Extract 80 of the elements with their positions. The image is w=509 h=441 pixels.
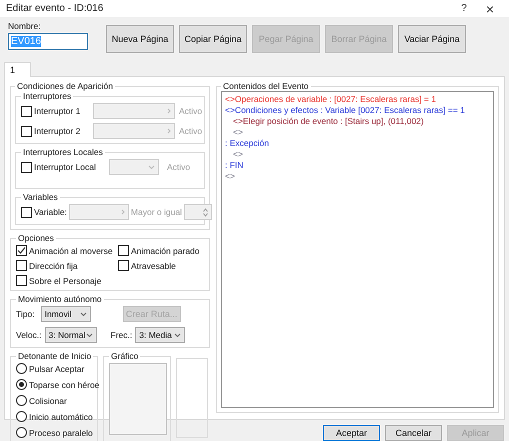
select-value: 3: Normal [48, 330, 86, 340]
page-button[interactable]: Nueva Página [106, 25, 174, 54]
checkbox[interactable] [118, 245, 129, 256]
radio-label: Inicio automático [29, 412, 93, 422]
group-title: Opciones [17, 233, 55, 243]
select-value: 3: Media [139, 330, 172, 340]
select-value: Inmovil [44, 309, 72, 319]
checkbox-label: Animación al moverse [29, 246, 113, 256]
checkbox-label: Interruptor 2 [34, 126, 80, 136]
dialog-button[interactable]: Aceptar [323, 425, 380, 441]
checkbox-label: Interruptor Local [34, 162, 96, 172]
checkbox[interactable] [21, 106, 32, 116]
group-title: Interruptores [22, 91, 72, 101]
state-label: Activo [179, 106, 202, 116]
chevron-icon [167, 128, 171, 134]
group-title: Movimiento autónomo [17, 294, 103, 304]
radio-button[interactable] [16, 395, 27, 406]
state-label: Activo [167, 162, 190, 172]
event-script-list[interactable]: <>Operaciones de variable : [0027: Escaleras raras] = 1 <>Condiciones y efectos : Variable [0027: Escaleras raras] == 1 <>Elegir posición de evento : [Stairs up], (011,002) <> : Excepción <> : FIN <> [221, 91, 494, 408]
caret-icon [86, 332, 93, 338]
radio-label: Colisionar [29, 396, 67, 406]
checkbox-label: Interruptor 1 [34, 106, 80, 116]
type-label: Tipo: [16, 309, 35, 319]
spinner-arrows-icon [202, 208, 208, 216]
checkbox[interactable] [21, 206, 32, 218]
script-line[interactable]: <>Elegir posición de evento : [Stairs up], (011,002) [225, 116, 490, 127]
script-line[interactable]: <>Operaciones de variable : [0027: Escaleras raras] = 1 [225, 94, 490, 105]
checkbox-label: Dirección fija [29, 260, 78, 270]
script-line[interactable]: <> [225, 127, 490, 138]
checkbox[interactable] [21, 126, 32, 136]
dialog-button[interactable]: Cancelar [385, 425, 442, 441]
frequency-select[interactable]: 3: Media [135, 327, 186, 343]
script-line[interactable]: <>Condiciones y efectos : Variable [0027: Escaleras raras] == 1 [225, 105, 490, 116]
state-label: Activo [179, 126, 202, 136]
radio-button[interactable] [16, 411, 27, 422]
checkbox[interactable] [16, 275, 27, 286]
switch-select[interactable] [93, 103, 175, 119]
local-switch-select[interactable] [109, 159, 159, 175]
checkbox[interactable] [16, 260, 27, 271]
checkbox-label: Animación parado [131, 246, 200, 256]
group-title: Variables [22, 192, 59, 202]
caret-icon [148, 164, 155, 170]
checkbox[interactable] [16, 245, 27, 256]
frequency-label: Frec.: [110, 330, 132, 340]
help-button[interactable]: ? [451, 3, 477, 14]
radio-button[interactable] [16, 363, 27, 374]
checkbox-label: Sobre el Personaje [29, 276, 102, 286]
speed-select[interactable]: 3: Normal [44, 327, 97, 343]
radio-label: Pulsar Aceptar [29, 364, 84, 374]
caret-icon [80, 312, 87, 316]
chevron-icon [167, 108, 171, 114]
group-title: Interruptores Locales [22, 147, 104, 157]
group-title: Contenidos del Evento [222, 81, 310, 91]
group-title: Condiciones de Aparición [16, 81, 114, 91]
checkbox[interactable] [21, 162, 32, 172]
close-button[interactable]: × [477, 0, 503, 17]
checkbox-label: Atravesable [131, 260, 176, 270]
script-line[interactable]: <> [225, 149, 490, 160]
speed-label: Veloc.: [16, 330, 42, 340]
chevron-icon [120, 209, 125, 215]
switch-select[interactable] [93, 123, 175, 139]
window-title: Editar evento - ID:016 [6, 3, 104, 14]
script-line[interactable]: : FIN [225, 160, 490, 171]
name-label: Nombre: [8, 21, 42, 32]
group-title: Gráfico [110, 351, 140, 361]
page-tab[interactable]: 1 [4, 62, 31, 77]
radio-button[interactable] [16, 379, 27, 390]
group-title: Detonante de Inicio [17, 351, 92, 361]
page-button[interactable]: Vaciar Página [398, 25, 466, 54]
page-button[interactable]: Copiar Página [179, 25, 247, 54]
radio-label: Toparse con héroe [29, 380, 100, 390]
script-line[interactable]: <> [225, 171, 490, 182]
comparison-label: Mayor o igual [130, 207, 182, 217]
checkbox[interactable] [118, 260, 129, 271]
radio-button[interactable] [16, 427, 27, 438]
script-line[interactable]: : Excepción [225, 138, 490, 149]
caret-icon [174, 332, 182, 338]
type-select[interactable]: Inmovil [40, 306, 91, 322]
checkbox-label: Variable: [34, 207, 67, 217]
radio-label: Proceso paralelo [29, 428, 93, 438]
